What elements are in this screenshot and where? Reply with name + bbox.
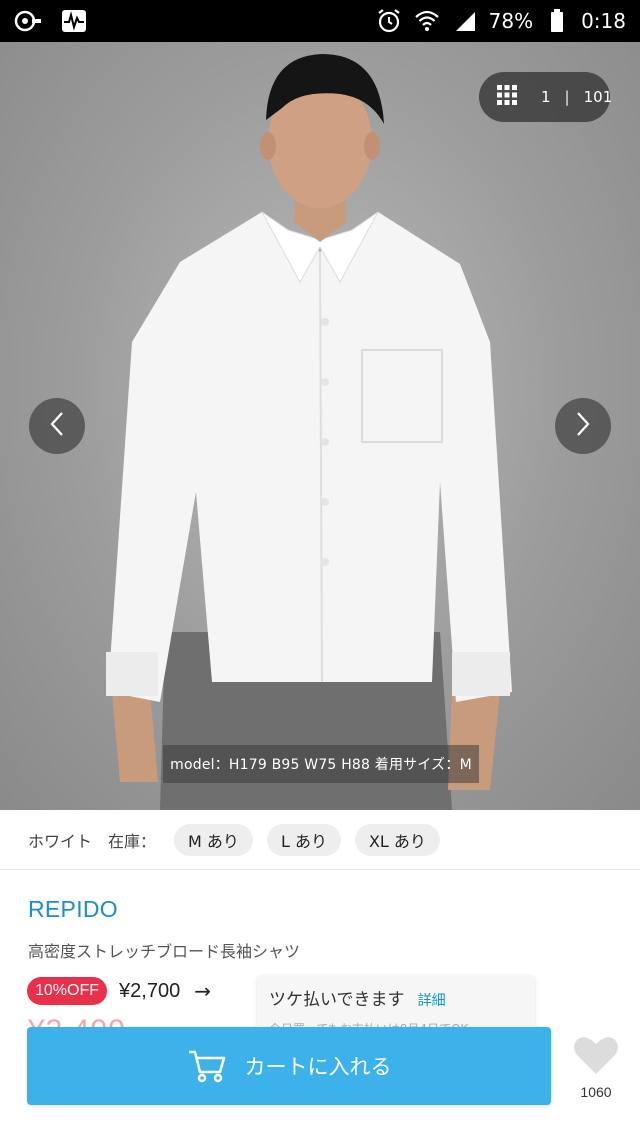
pulse-icon: [60, 8, 88, 34]
clock-time: 0:18: [581, 9, 626, 33]
next-image-button[interactable]: [555, 398, 611, 454]
previous-image-button[interactable]: [29, 398, 85, 454]
brand-link[interactable]: REPIDO: [28, 896, 118, 923]
arrow-right-icon: →: [194, 979, 211, 1003]
product-image[interactable]: 1 | 101 model：H179 B95 W75 H88 着用サイズ：M: [0, 42, 640, 810]
favorite-button[interactable]: 1060: [570, 1034, 622, 1104]
stock-label: 在庫：: [108, 831, 157, 851]
key-icon: [14, 8, 42, 34]
price-row: 10%OFF ¥2,700 →: [27, 977, 211, 1005]
tooltip-title: ツケ払いできます: [269, 990, 405, 1010]
tooltip-details-link[interactable]: 詳細: [418, 993, 446, 1009]
alarm-icon: [375, 8, 403, 34]
heart-icon: [572, 1034, 620, 1080]
grid-icon: [497, 85, 517, 109]
chevron-right-icon: [575, 411, 591, 441]
gallery-separator: |: [564, 88, 570, 106]
size-pill-xl[interactable]: XL あり: [354, 823, 440, 856]
product-name: 高密度ストレッチブロード長袖シャツ: [28, 942, 301, 961]
favorite-count: 1060: [580, 1084, 612, 1100]
size-pill-l[interactable]: L あり: [266, 823, 341, 856]
model-photo: [106, 54, 512, 810]
add-to-cart-label: カートに入れる: [244, 1055, 392, 1079]
stock-row: ホワイト 在庫： M あり L あり XL あり: [0, 810, 640, 870]
model-size-caption: model：H179 B95 W75 H88 着用サイズ：M: [163, 745, 479, 783]
chevron-left-icon: [49, 411, 65, 441]
battery-percent: 78%: [488, 9, 534, 33]
color-label: ホワイト: [28, 831, 93, 851]
battery-icon: [543, 8, 571, 34]
gallery-total: 101: [583, 88, 613, 106]
add-to-cart-button[interactable]: カートに入れる: [27, 1027, 551, 1105]
status-bar: 78% 0:18: [0, 0, 640, 42]
gallery-current: 1: [541, 88, 551, 106]
signal-icon: [451, 8, 479, 34]
discount-badge: 10%OFF: [27, 977, 108, 1005]
wifi-icon: [413, 8, 441, 34]
cart-icon: [187, 1049, 227, 1083]
product-page: 78% 0:18 1 | 101 model：H179 B95 W75 H88 …: [0, 0, 640, 1137]
gallery-counter[interactable]: 1 | 101: [479, 72, 613, 122]
size-pill-m[interactable]: M あり: [174, 823, 253, 856]
sale-price: ¥2,700: [119, 979, 181, 1002]
